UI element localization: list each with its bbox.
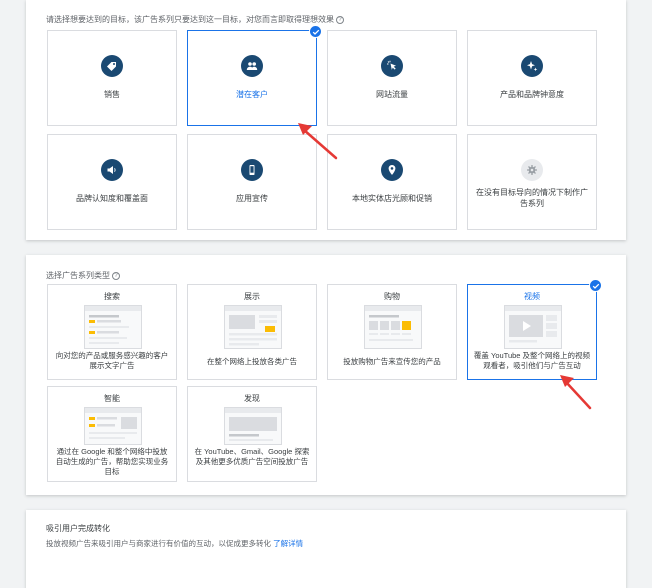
type-section-title: 选择广告系列类型? — [46, 270, 120, 281]
conversion-card: 吸引用户完成转化 投放视频广告来吸引用户与商家进行有价值的互动，以促成更多转化 … — [26, 510, 626, 588]
campaign-type-card: 选择广告系列类型? 搜索 向对您的产品或服务感兴趣的客户展示文字广告 展示 在整… — [26, 255, 626, 495]
goal-tile-brand-consideration[interactable]: 产品和品牌钟意度 — [467, 30, 597, 126]
type-name: 购物 — [384, 292, 400, 301]
goal-tile-app-promotion[interactable]: 应用宣传 — [187, 134, 317, 230]
goal-tile-leads[interactable]: 潜在客户 — [187, 25, 322, 126]
sparkle-icon — [521, 55, 543, 77]
location-pin-icon — [381, 159, 403, 181]
type-tile-display[interactable]: 展示 在整个网络上投放各类广告 — [187, 284, 317, 380]
type-tile-shopping[interactable]: 购物 投放购物广告来宣传您的产品 — [327, 284, 457, 380]
conversion-desc: 投放视频广告来吸引用户与商家进行有价值的互动，以促成更多转化 了解详情 — [46, 539, 304, 548]
people-icon — [241, 55, 263, 77]
learn-more-link[interactable]: 了解详情 — [273, 539, 303, 548]
type-tile-search[interactable]: 搜索 向对您的产品或服务感兴趣的客户展示文字广告 — [47, 284, 177, 380]
type-tile-video[interactable]: 视频 覆盖 YouTube 及整个网络上的视频观看者，吸引他们与广告互动 — [467, 279, 602, 380]
type-desc: 在整个网络上投放各类广告 — [207, 357, 297, 366]
phone-icon — [241, 159, 263, 181]
goal-section-title: 请选择想要达到的目标，该广告系列只要达到这一目标，对您而言即取得理想效果? — [46, 14, 344, 25]
goal-label: 应用宣传 — [236, 194, 268, 203]
type-tile-smart[interactable]: 智能 通过在 Google 和整个网络中投放自动生成的广告，帮助您实现业务目标 — [47, 386, 177, 482]
type-name: 展示 — [244, 292, 260, 301]
megaphone-icon — [101, 159, 123, 181]
goal-label: 网站流量 — [376, 90, 408, 99]
goal-tile-local-store[interactable]: 本地实体店光顾和促销 — [327, 134, 457, 230]
goal-card: 请选择想要达到的目标，该广告系列只要达到这一目标，对您而言即取得理想效果? 销售… — [26, 0, 626, 240]
tag-icon — [101, 55, 123, 77]
type-name: 发现 — [244, 394, 260, 403]
goal-tile-no-goal[interactable]: 在没有目标导向的情况下制作广告系列 — [467, 134, 597, 230]
type-name: 搜索 — [104, 292, 120, 301]
check-icon — [309, 25, 322, 38]
type-name: 视频 — [524, 292, 540, 301]
help-icon[interactable]: ? — [112, 271, 120, 280]
search-preview-icon — [84, 305, 142, 349]
type-name: 智能 — [104, 394, 120, 403]
goal-label: 在没有目标导向的情况下制作广告系列 — [476, 188, 588, 208]
type-desc: 通过在 Google 和整个网络中投放自动生成的广告，帮助您实现业务目标 — [55, 447, 169, 476]
discovery-preview-icon — [224, 407, 282, 445]
help-icon[interactable]: ? — [336, 15, 344, 24]
cursor-click-icon — [381, 55, 403, 77]
goal-tile-brand-awareness[interactable]: 品牌认知度和覆盖面 — [47, 134, 177, 230]
type-desc: 投放购物广告来宣传您的产品 — [343, 357, 441, 366]
type-desc: 在 YouTube、Gmail、Google 探索及其他更多优质广告空间投放广告 — [194, 447, 310, 466]
goal-label: 销售 — [104, 90, 120, 99]
goal-label: 潜在客户 — [236, 90, 268, 99]
goal-tile-sales[interactable]: 销售 — [47, 30, 177, 126]
check-icon — [589, 279, 602, 292]
video-preview-icon — [504, 305, 562, 349]
goal-label: 品牌认知度和覆盖面 — [76, 194, 148, 203]
conversion-title: 吸引用户完成转化 — [46, 524, 110, 533]
smart-preview-icon — [84, 407, 142, 445]
type-tile-discovery[interactable]: 发现 在 YouTube、Gmail、Google 探索及其他更多优质广告空间投… — [187, 386, 317, 482]
shopping-preview-icon — [364, 305, 422, 349]
display-preview-icon — [224, 305, 282, 349]
type-desc: 向对您的产品或服务感兴趣的客户展示文字广告 — [55, 351, 169, 370]
goal-tile-web-traffic[interactable]: 网站流量 — [327, 30, 457, 126]
goal-label: 产品和品牌钟意度 — [500, 90, 564, 99]
type-desc: 覆盖 YouTube 及整个网络上的视频观看者，吸引他们与广告互动 — [473, 351, 591, 370]
goal-label: 本地实体店光顾和促销 — [352, 194, 432, 203]
gear-icon — [521, 159, 543, 181]
